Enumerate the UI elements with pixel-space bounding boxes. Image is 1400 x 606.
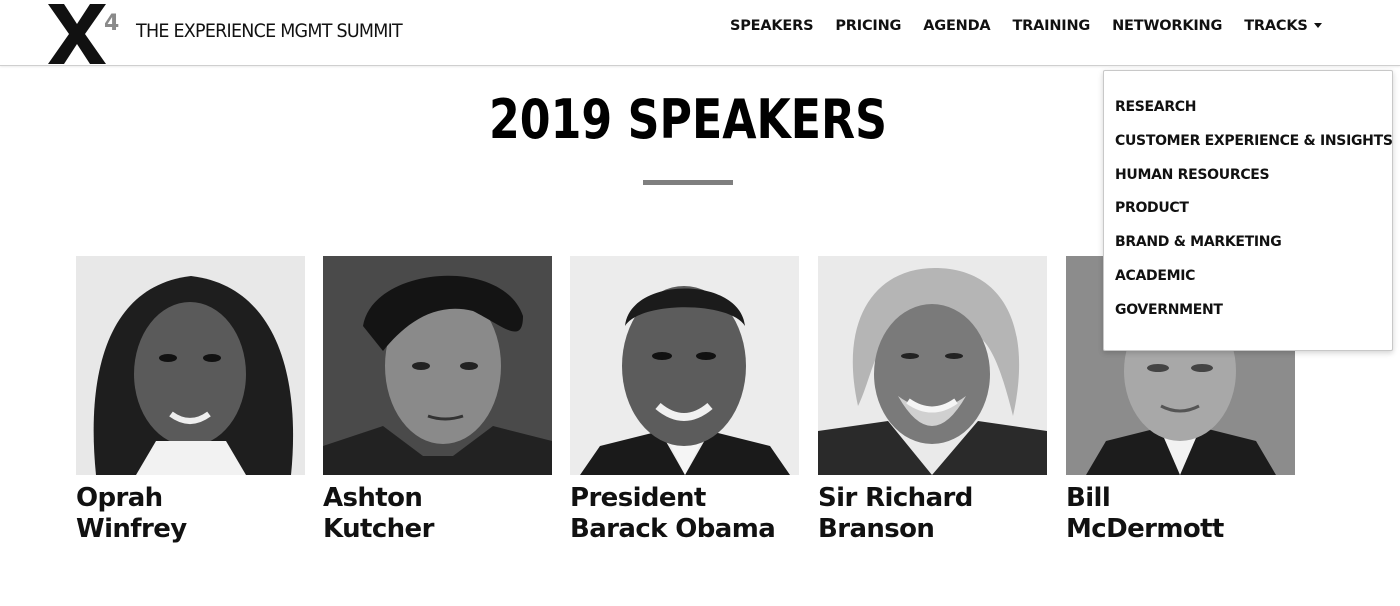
- speaker-name: Sir Richard Branson: [818, 483, 1047, 545]
- speaker-photo: [323, 256, 552, 475]
- track-customer-experience[interactable]: CUSTOMER EXPERIENCE & INSIGHTS: [1104, 133, 1393, 167]
- track-brand-marketing[interactable]: BRAND & MARKETING: [1104, 234, 1392, 268]
- speaker-name-line2: Barack Obama: [570, 514, 776, 544]
- nav-networking[interactable]: NETWORKING: [1112, 18, 1222, 34]
- speaker-portrait-image: [818, 256, 1047, 475]
- speaker-name: Ashton Kutcher: [323, 483, 552, 545]
- speaker-name-line2: Kutcher: [323, 514, 434, 544]
- x4-logo[interactable]: 4: [48, 4, 122, 64]
- x4-logo-mark: 4: [48, 4, 119, 64]
- nav-training[interactable]: TRAINING: [1012, 18, 1090, 34]
- nav-agenda[interactable]: AGENDA: [923, 18, 990, 34]
- speaker-portrait-image: [76, 256, 305, 475]
- speaker-card[interactable]: Ashton Kutcher: [323, 256, 552, 545]
- speaker-name-line1: Oprah: [76, 483, 163, 513]
- logo-superscript: 4: [104, 11, 119, 36]
- nav-speakers[interactable]: SPEAKERS: [730, 18, 814, 34]
- nav-pricing[interactable]: PRICING: [835, 18, 901, 34]
- nav-tracks-label: TRACKS: [1244, 18, 1308, 34]
- site-header: 4 THE EXPERIENCE MGMT SUMMIT SPEAKERS PR…: [0, 0, 1400, 66]
- speaker-portrait-image: [323, 256, 552, 475]
- speaker-name: Bill McDermott: [1066, 483, 1295, 545]
- page-title: 2019 SPEAKERS: [488, 88, 888, 151]
- speaker-name-line2: Winfrey: [76, 514, 187, 544]
- main-nav: SPEAKERS PRICING AGENDA TRAINING NETWORK…: [730, 18, 1322, 34]
- track-human-resources[interactable]: HUMAN RESOURCES: [1104, 167, 1392, 201]
- speaker-name-line1: President: [570, 483, 706, 513]
- speaker-name-line1: Sir Richard: [818, 483, 973, 513]
- speaker-name-line2: McDermott: [1066, 514, 1224, 544]
- track-product[interactable]: PRODUCT: [1104, 200, 1392, 234]
- track-research[interactable]: RESEARCH: [1104, 99, 1392, 133]
- speaker-portrait-image: [570, 256, 799, 475]
- track-academic[interactable]: ACADEMIC: [1104, 268, 1392, 302]
- speaker-name-line1: Ashton: [323, 483, 423, 513]
- track-government[interactable]: GOVERNMENT: [1104, 302, 1392, 336]
- caret-down-icon: [1313, 22, 1322, 28]
- speaker-card[interactable]: Sir Richard Branson: [818, 256, 1047, 545]
- nav-tracks-dropdown[interactable]: TRACKS: [1244, 18, 1322, 34]
- speaker-photo: [818, 256, 1047, 475]
- speaker-name-line1: Bill: [1066, 483, 1111, 513]
- speaker-photo: [76, 256, 305, 475]
- speaker-card[interactable]: President Barack Obama: [570, 256, 799, 545]
- title-divider: [643, 180, 733, 185]
- speaker-card[interactable]: Oprah Winfrey: [76, 256, 305, 545]
- speaker-photo: [570, 256, 799, 475]
- brand-name[interactable]: THE EXPERIENCE MGMT SUMMIT: [136, 20, 403, 42]
- tracks-dropdown-menu: RESEARCH CUSTOMER EXPERIENCE & INSIGHTS …: [1103, 70, 1393, 351]
- speaker-name: Oprah Winfrey: [76, 483, 305, 545]
- speaker-name: President Barack Obama: [570, 483, 799, 545]
- speaker-name-line2: Branson: [818, 514, 935, 544]
